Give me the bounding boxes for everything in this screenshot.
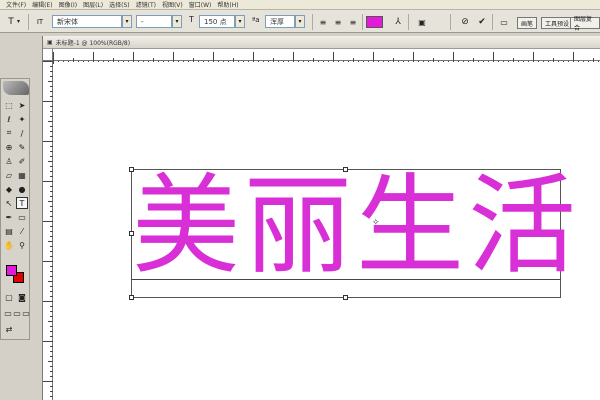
menu-help[interactable]: 帮助(H) (217, 0, 238, 9)
font-style-value: - (136, 15, 172, 28)
text-orientation-icon[interactable]: IT (33, 15, 47, 29)
palette-well-icon[interactable]: ▭ (497, 15, 511, 29)
document-icon: ▣ (47, 38, 53, 46)
toolbox: ⬚ ➤ ℓ ✦ ⌗ ∕ ⊕ ✎ ♙ ✐ ▱ ▦ ◆ ● ↖ T ✒ ▭ ▤ ⁄ … (0, 78, 30, 340)
tab-tool-presets[interactable]: 工具预设 (541, 17, 574, 29)
dodge-tool-icon[interactable]: ● (16, 183, 28, 195)
ruler-origin[interactable] (43, 49, 53, 61)
menu-filter[interactable]: 滤镜(T) (136, 0, 156, 9)
foreground-color-swatch[interactable] (6, 265, 17, 276)
lasso-tool-icon[interactable]: ℓ (3, 113, 15, 125)
standard-mode-icon[interactable]: ▢ (3, 291, 15, 303)
menu-file[interactable]: 文件(F) (6, 0, 26, 9)
text-tool-icon[interactable]: T (4, 15, 18, 29)
chevron-down-icon: ▾ (235, 15, 245, 28)
antialias-icon: ªa (252, 16, 260, 24)
screen-mode-3-icon[interactable]: ▭ (20, 307, 32, 319)
shape-tool-icon[interactable]: ▭ (16, 211, 28, 223)
chevron-down-icon: ▾ (295, 15, 305, 28)
chevron-down-icon: ▾ (172, 15, 182, 28)
document-titlebar[interactable]: ▣ 未标题-1 @ 100%(RGB/8) (43, 36, 600, 49)
commit-icon[interactable]: ✔ (475, 15, 489, 29)
magic-wand-tool-icon[interactable]: ✦ (16, 113, 28, 125)
pen-tool-icon[interactable]: ✒ (3, 211, 15, 223)
font-size-icon: T (189, 15, 194, 24)
quick-mask-icon[interactable]: ◙ (16, 291, 28, 303)
eyedropper-tool-icon[interactable]: ⁄ (16, 225, 28, 237)
hand-tool-icon[interactable]: ✋ (3, 239, 15, 251)
canvas-text[interactable]: 美丽生活 (132, 157, 572, 297)
menu-layer[interactable]: 图层(L) (83, 0, 103, 9)
transform-center-icon[interactable]: ✧ (372, 218, 380, 228)
blur-tool-icon[interactable]: ◆ (3, 183, 15, 195)
antialias-select[interactable]: 浑厚 ▾ (265, 15, 305, 28)
gradient-tool-icon[interactable]: ▦ (16, 169, 28, 181)
zoom-tool-icon[interactable]: ⚲ (16, 239, 28, 251)
font-style-select[interactable]: - ▾ (136, 15, 182, 28)
slice-tool-icon[interactable]: ∕ (16, 127, 28, 139)
tab-layer-comps[interactable]: 图层复合 (570, 16, 600, 32)
options-bar: T ▾ IT 新宋体 ▾ - ▾ T 150 点 ▾ ªa 浑厚 ▾ ≡ ≡ ≡… (0, 10, 600, 33)
healing-tool-icon[interactable]: ⊕ (3, 141, 15, 153)
menu-window[interactable]: 窗口(W) (189, 0, 212, 9)
font-family-value: 新宋体 (52, 15, 122, 28)
tab-brushes[interactable]: 画笔 (517, 17, 538, 29)
font-size-value: 150 点 (199, 15, 235, 28)
marquee-tool-icon[interactable]: ⬚ (3, 99, 15, 111)
menu-view[interactable]: 视图(V) (162, 0, 183, 9)
type-tool-icon[interactable]: T (16, 197, 28, 209)
text-color-swatch[interactable] (366, 16, 383, 28)
align-center-icon[interactable]: ≡ (331, 15, 345, 29)
font-size-select[interactable]: 150 点 ▾ (199, 15, 245, 28)
menubar: 文件(F) 编辑(E) 图像(I) 图层(L) 选择(S) 滤镜(T) 视图(V… (0, 0, 600, 10)
document-title: 未标题-1 @ 100%(RGB/8) (55, 39, 131, 47)
eraser-tool-icon[interactable]: ▱ (3, 169, 15, 181)
crop-tool-icon[interactable]: ⌗ (3, 127, 15, 139)
chevron-down-icon: ▾ (122, 15, 132, 28)
vertical-ruler-ticks (43, 61, 53, 397)
warp-text-icon[interactable]: ⅄ (391, 15, 405, 29)
notes-tool-icon[interactable]: ▤ (3, 225, 15, 237)
menu-edit[interactable]: 编辑(E) (32, 0, 52, 9)
history-brush-tool-icon[interactable]: ✐ (16, 155, 28, 167)
stamp-tool-icon[interactable]: ♙ (3, 155, 15, 167)
text-color-fill (366, 16, 383, 28)
photoshop-window: 文件(F) 编辑(E) 图像(I) 图层(L) 选择(S) 滤镜(T) 视图(V… (0, 0, 600, 400)
feather-logo (3, 81, 29, 95)
align-right-icon[interactable]: ≡ (346, 15, 360, 29)
path-select-tool-icon[interactable]: ↖ (3, 197, 15, 209)
move-tool-icon[interactable]: ➤ (16, 99, 28, 111)
horizontal-ruler[interactable] (53, 49, 600, 64)
brush-tool-icon[interactable]: ✎ (16, 141, 28, 153)
font-family-select[interactable]: 新宋体 ▾ (52, 15, 132, 28)
character-panel-icon[interactable]: ▣ (415, 15, 429, 29)
menu-image[interactable]: 图像(I) (59, 0, 77, 9)
vertical-ruler[interactable] (43, 61, 53, 400)
menu-select[interactable]: 选择(S) (109, 0, 130, 9)
tool-preset-arrow-icon[interactable]: ▾ (17, 18, 20, 25)
antialias-value: 浑厚 (265, 15, 295, 28)
align-left-icon[interactable]: ≡ (316, 15, 330, 29)
cancel-icon[interactable]: ⊘ (458, 15, 472, 29)
jump-to-imageready-icon[interactable]: ⇄ (3, 323, 15, 335)
